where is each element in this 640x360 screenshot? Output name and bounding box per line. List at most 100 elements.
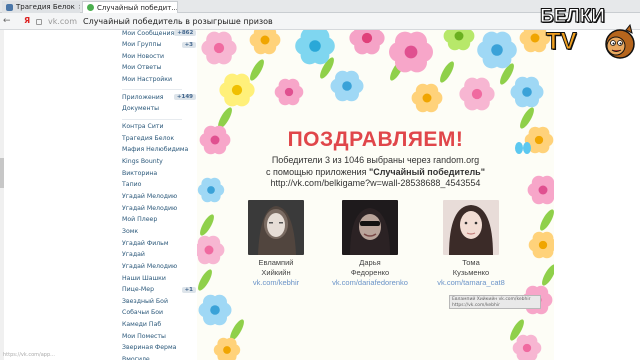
flower-shape <box>330 70 364 102</box>
sidebar-item[interactable]: Трагедия Белок <box>122 133 196 143</box>
sidebar-item[interactable]: Мои Настройки <box>122 75 196 85</box>
sidebar-item[interactable]: Угадай Мелодию <box>122 191 196 201</box>
flower-shape <box>197 235 225 265</box>
address-bar[interactable]: vk.com Случайный победитель в розыгрыше … <box>36 15 516 28</box>
sidebar-item-label: Мои Сообщения <box>122 29 175 37</box>
winner-link[interactable]: vk.com/kebhir <box>230 278 322 288</box>
winner-last-name: Федоренко <box>350 268 390 277</box>
sidebar-item-label: Камеди Паб <box>122 321 162 329</box>
winner-last-name: Хийкийн <box>261 268 291 277</box>
link-tooltip: Евлампий Хийкийн vk.com/kebhir https://v… <box>449 295 541 309</box>
sidebar-item[interactable]: Мой Плеер <box>122 215 196 225</box>
sidebar-item-label: Пице-Мер <box>122 286 154 294</box>
sidebar-item[interactable]: Kings Bounty <box>122 157 196 167</box>
sidebar-item[interactable]: Мои Ответы <box>122 63 196 73</box>
flower-shape <box>349 30 385 55</box>
url-page-title: Случайный победитель в розыгрыше призов <box>83 17 273 26</box>
sidebar-item[interactable]: Звездный Бой <box>122 296 196 306</box>
sidebar-item[interactable]: Звериная Ферма <box>122 343 196 353</box>
sidebar-item[interactable]: Мои Группы +3 <box>122 40 196 50</box>
clover-favicon-icon <box>87 4 94 11</box>
sidebar-item[interactable]: Угадай <box>122 250 196 260</box>
leaf-shape <box>540 209 554 231</box>
sidebar-item[interactable]: Угадай Мелодию <box>122 261 196 271</box>
winner-name: Тома Кузьменко <box>425 258 517 278</box>
winner-photo[interactable] <box>248 200 304 255</box>
winner-link[interactable]: vk.com/dariafedorenko <box>324 278 416 288</box>
sidebar-item-label: Мои Настройки <box>122 76 173 84</box>
sidebar-item-label: Контра Сити <box>122 123 164 131</box>
winner-photo[interactable] <box>443 200 499 255</box>
app-credit: с помощью приложения "Случайный победите… <box>197 167 554 177</box>
sidebar-item[interactable]: Угадай Фильм <box>122 238 196 248</box>
sidebar-item-label: Документы <box>122 105 160 113</box>
yandex-icon[interactable]: Я <box>24 16 30 25</box>
flower-shape <box>249 30 281 55</box>
sidebar-item-label: Собачьи Бои <box>122 309 164 317</box>
sidebar-item[interactable]: Наши Шашки <box>122 273 196 283</box>
tab-tragedy-squirrels[interactable]: Трагедия Белок × <box>2 1 80 13</box>
sidebar-item[interactable]: Мафия Нелюбидима <box>122 145 196 155</box>
sidebar-item-badge: +3 <box>181 41 196 48</box>
app-name: "Случайный победитель" <box>369 167 485 177</box>
winner-link[interactable]: vk.com/tamara_cat8 <box>425 278 517 288</box>
sidebar-item[interactable]: Контра Сити <box>122 122 196 132</box>
leaf-shape <box>200 214 214 236</box>
sidebar-item-label: Угадай Мелодию <box>122 204 178 212</box>
sidebar-item[interactable]: Викторина <box>122 168 196 178</box>
flower-shape <box>219 73 255 107</box>
sidebar-item[interactable]: Тапио <box>122 180 196 190</box>
left-scroll-gutter <box>0 30 4 360</box>
app-credit-prefix: с помощью приложения <box>266 167 369 177</box>
sidebar-item-label: Угадай Мелодию <box>122 192 178 200</box>
winner-postcard: ПОЗДРАВЛЯЕМ! Победители 3 из 1046 выбран… <box>197 30 554 360</box>
sidebar-item-label: Мой Плеер <box>122 216 158 224</box>
squirrel-mascot-icon <box>605 24 635 59</box>
sidebar-item-label: Kings Bounty <box>122 158 163 165</box>
sidebar-item-label: Викторина <box>122 169 158 177</box>
sidebar-item[interactable]: Пице-Мер +1 <box>122 285 196 295</box>
sidebar-item-badge: +1 <box>181 286 196 293</box>
sidebar-item[interactable]: Документы <box>122 104 196 114</box>
sidebar-item-label: Трагедия Белок <box>122 134 175 142</box>
sidebar-item[interactable]: Мои Новости <box>122 51 196 61</box>
leaf-shape <box>440 61 454 83</box>
close-tab-icon[interactable]: × <box>78 3 80 11</box>
winner-photo[interactable] <box>342 200 398 255</box>
url-domain: vk.com <box>48 17 77 26</box>
sidebar-item[interactable]: Угадай Мелодию <box>122 203 196 213</box>
sidebar-item[interactable]: Собачьи Бои <box>122 308 196 318</box>
sidebar-item-label: Наши Шашки <box>122 274 166 282</box>
flower-shape <box>213 337 241 360</box>
logo-text-bottom: TV <box>546 28 578 56</box>
flower-shape <box>198 294 232 326</box>
tab-label: Случайный победит... <box>97 3 178 12</box>
sidebar-item[interactable]: Мои Поместы <box>122 331 196 341</box>
flower-decoration <box>197 30 554 360</box>
sidebar-item-label: Угадай Фильм <box>122 239 169 247</box>
sidebar-item[interactable]: Зомк <box>122 226 196 236</box>
sidebar-item[interactable]: Мои Сообщения +862 <box>122 28 197 38</box>
left-scroll-handle[interactable] <box>0 158 4 188</box>
menu-separator <box>122 89 182 91</box>
flower-shape <box>510 76 544 108</box>
winner-first-name: Дарья <box>359 258 381 267</box>
sidebar-item-label: Мои Ответы <box>122 64 162 72</box>
flower-shape <box>443 30 475 51</box>
back-arrow-icon[interactable]: ← <box>3 16 11 26</box>
tab-random-winner[interactable]: Случайный победит... × <box>82 1 178 13</box>
sidebar-item[interactable]: Камеди Паб <box>122 320 196 330</box>
sidebar-item[interactable]: Вмогиле <box>122 355 196 360</box>
sidebar-item[interactable]: Приложения +149 <box>122 92 196 102</box>
flower-shape <box>477 31 517 69</box>
winner-name: Дарья Федоренко <box>324 258 416 278</box>
status-bar: https://vk.com/app... <box>3 352 55 358</box>
winner-card: Евлампий Хийкийн vk.com/kebhir <box>230 200 322 288</box>
logo-text-top: БЕЛКИ <box>540 6 606 28</box>
sidebar-item-label: Вмогиле <box>122 356 150 360</box>
menu-separator <box>122 118 182 120</box>
contest-post-link[interactable]: http://vk.com/belkigame?w=wall-28538688_… <box>197 178 554 188</box>
flower-shape <box>201 31 237 65</box>
sidebar-item-label: Тапио <box>122 181 142 189</box>
sidebar-item-badge: +149 <box>173 94 196 101</box>
